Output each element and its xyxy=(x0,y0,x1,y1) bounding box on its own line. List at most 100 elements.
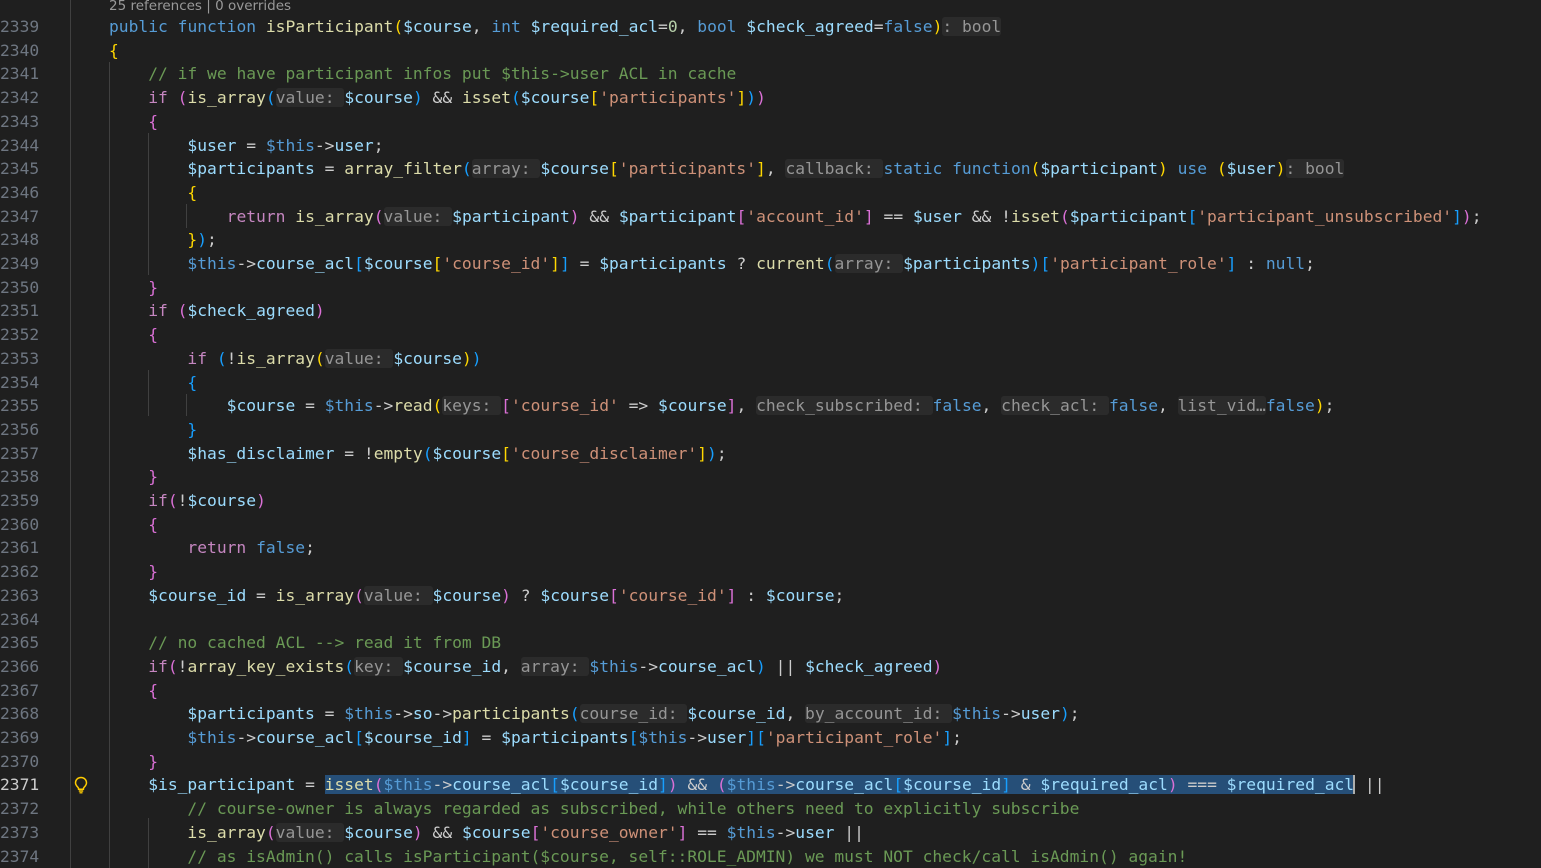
code-line[interactable]: 2345 $participants = array_filter(array:… xyxy=(0,157,1541,181)
code-line[interactable]: 2368 $participants = $this->so->particip… xyxy=(0,702,1541,726)
code-line[interactable]: 2360 { xyxy=(0,513,1541,537)
code-text[interactable]: // no cached ACL --> read it from DB xyxy=(109,631,501,655)
code-text[interactable]: { xyxy=(109,371,197,395)
code-text[interactable]: $participants = array_filter(array: $cou… xyxy=(109,157,1345,181)
codelens-references[interactable]: 25 references | 0 overrides xyxy=(109,0,291,15)
code-text[interactable]: } xyxy=(109,560,158,584)
code-line[interactable]: 2364 xyxy=(0,608,1541,632)
line-number: 2344 xyxy=(0,135,40,155)
code-token: is_array xyxy=(236,348,315,368)
code-text[interactable]: { xyxy=(109,181,197,205)
code-text[interactable]: if (is_array(value: $course) && isset($c… xyxy=(109,86,766,110)
lightbulb-icon[interactable] xyxy=(72,775,90,795)
line-number: 2358 xyxy=(0,467,40,487)
code-line[interactable]: 2367 { xyxy=(0,679,1541,703)
code-line[interactable]: 2339 public function isParticipant($cours… xyxy=(0,15,1541,39)
code-text[interactable]: $is_participant = isset($this->course_ac… xyxy=(109,773,1385,797)
code-line[interactable]: 2348 }); xyxy=(0,228,1541,252)
code-text[interactable]: // course-owner is always regarded as su… xyxy=(109,797,1079,821)
code-text[interactable]: { xyxy=(109,39,119,63)
code-line[interactable]: 2363 $course_id = is_array(value: $cours… xyxy=(0,584,1541,608)
code-text[interactable]: $course_id = is_array(value: $course) ? … xyxy=(109,584,844,608)
code-text[interactable]: $user = $this->user; xyxy=(109,134,383,158)
code-token: $this xyxy=(265,135,315,155)
code-line[interactable]: 2362 } xyxy=(0,560,1541,584)
code-line[interactable]: 2374 // as isAdmin() calls isParticipant… xyxy=(0,845,1541,868)
code-text[interactable]: { xyxy=(109,323,158,347)
code-text[interactable]: } xyxy=(109,465,158,489)
code-token: $course xyxy=(540,159,609,179)
code-line[interactable]: 2347 return is_array(value: $participant… xyxy=(0,205,1541,229)
code-line[interactable]: 2355 $course = $this->read(keys: ['cours… xyxy=(0,394,1541,418)
code-text[interactable]: return is_array(value: $participant) && … xyxy=(109,205,1482,229)
code-token: $this xyxy=(383,775,433,795)
code-line[interactable]: 2370 } xyxy=(0,750,1541,774)
code-text[interactable]: } xyxy=(109,750,158,774)
code-text[interactable]: public function isParticipant($course, i… xyxy=(109,15,1002,39)
code-line[interactable]: 2371 $is_participant = isset($this->cour… xyxy=(0,773,1541,797)
code-token: participants xyxy=(452,704,570,724)
code-line[interactable]: 2342 if (is_array(value: $course) && iss… xyxy=(0,86,1541,110)
code-text[interactable]: $course = $this->read(keys: ['course_id'… xyxy=(109,394,1334,418)
code-line[interactable]: 2343 { xyxy=(0,110,1541,134)
code-token: ] xyxy=(697,443,708,463)
code-line[interactable]: 2365 // no cached ACL --> read it from D… xyxy=(0,631,1541,655)
code-text[interactable]: return false; xyxy=(109,536,314,560)
code-line[interactable]: 2373 is_array(value: $course) && $course… xyxy=(0,821,1541,845)
code-line[interactable]: 2344 $user = $this->user; xyxy=(0,134,1541,158)
code-line[interactable]: 2366 if(!array_key_exists(key: $course_i… xyxy=(0,655,1541,679)
code-text[interactable]: $this->course_acl[$course_id] = $partici… xyxy=(109,726,962,750)
code-text[interactable]: if (!is_array(value: $course)) xyxy=(109,347,482,371)
code-text[interactable]: $this->course_acl[$course['course_id']] … xyxy=(109,252,1315,276)
code-text[interactable]: } xyxy=(109,276,158,300)
code-editor[interactable]: 25 references | 0 overrides 2339 public f… xyxy=(0,0,1541,868)
code-line[interactable]: 2346 { xyxy=(0,181,1541,205)
code-line[interactable]: 2353 if (!is_array(value: $course)) xyxy=(0,347,1541,371)
code-token: ] xyxy=(726,585,737,605)
code-text[interactable]: // if we have participant infos put $thi… xyxy=(109,62,736,86)
code-text[interactable]: { xyxy=(109,110,158,134)
code-text[interactable]: if(!$course) xyxy=(109,489,266,513)
code-line[interactable]: 2350 } xyxy=(0,276,1541,300)
code-line[interactable]: 2372 // course-owner is always regarded … xyxy=(0,797,1541,821)
code-token: [ xyxy=(609,585,619,605)
code-text[interactable]: }); xyxy=(109,228,216,252)
code-text[interactable]: { xyxy=(109,513,158,537)
code-line[interactable]: 2358 } xyxy=(0,465,1541,489)
code-text[interactable]: $has_disclaimer = !empty($course['course… xyxy=(109,442,726,466)
line-number: 2345 xyxy=(0,159,40,179)
code-text[interactable]: is_array(value: $course) && $course['cou… xyxy=(109,821,864,845)
code-token: $course_id xyxy=(403,656,502,676)
code-line[interactable]: 2357 $has_disclaimer = !empty($course['c… xyxy=(0,442,1541,466)
code-text[interactable]: $participants = $this->so->participants(… xyxy=(109,702,1080,726)
code-line[interactable]: 2340 { xyxy=(0,39,1541,63)
code-line[interactable]: 2359 if(!$course) xyxy=(0,489,1541,513)
code-line[interactable]: 2369 $this->course_acl[$course_id] = $pa… xyxy=(0,726,1541,750)
code-token: ] xyxy=(736,88,747,108)
code-text[interactable]: { xyxy=(109,679,158,703)
code-line[interactable]: 2356 } xyxy=(0,418,1541,442)
code-text[interactable]: if(!array_key_exists(key: $course_id, ar… xyxy=(109,655,942,679)
code-token: 'course_disclaimer' xyxy=(510,443,698,463)
code-token: so xyxy=(412,704,433,724)
code-line[interactable]: 2361 return false; xyxy=(0,536,1541,560)
code-text[interactable]: // as isAdmin() calls isParticipant($cou… xyxy=(109,845,1187,868)
code-token: ) xyxy=(569,206,580,226)
code-token: = xyxy=(236,135,266,155)
code-token: $course xyxy=(765,585,835,605)
line-number: 2363 xyxy=(0,585,40,605)
code-text[interactable]: if ($check_agreed) xyxy=(109,299,324,323)
code-token: ! xyxy=(177,491,188,510)
code-line[interactable]: 2351 if ($check_agreed) xyxy=(0,299,1541,323)
code-token: ] xyxy=(756,159,766,179)
code-line[interactable]: 2341 // if we have participant infos put… xyxy=(0,62,1541,86)
code-line[interactable]: 2354 { xyxy=(0,371,1541,395)
code-line[interactable]: 2352 { xyxy=(0,323,1541,347)
code-text[interactable]: } xyxy=(109,418,197,442)
code-line[interactable]: 2349 $this->course_acl[$course['course_i… xyxy=(0,252,1541,276)
code-token: ) xyxy=(1030,254,1041,273)
